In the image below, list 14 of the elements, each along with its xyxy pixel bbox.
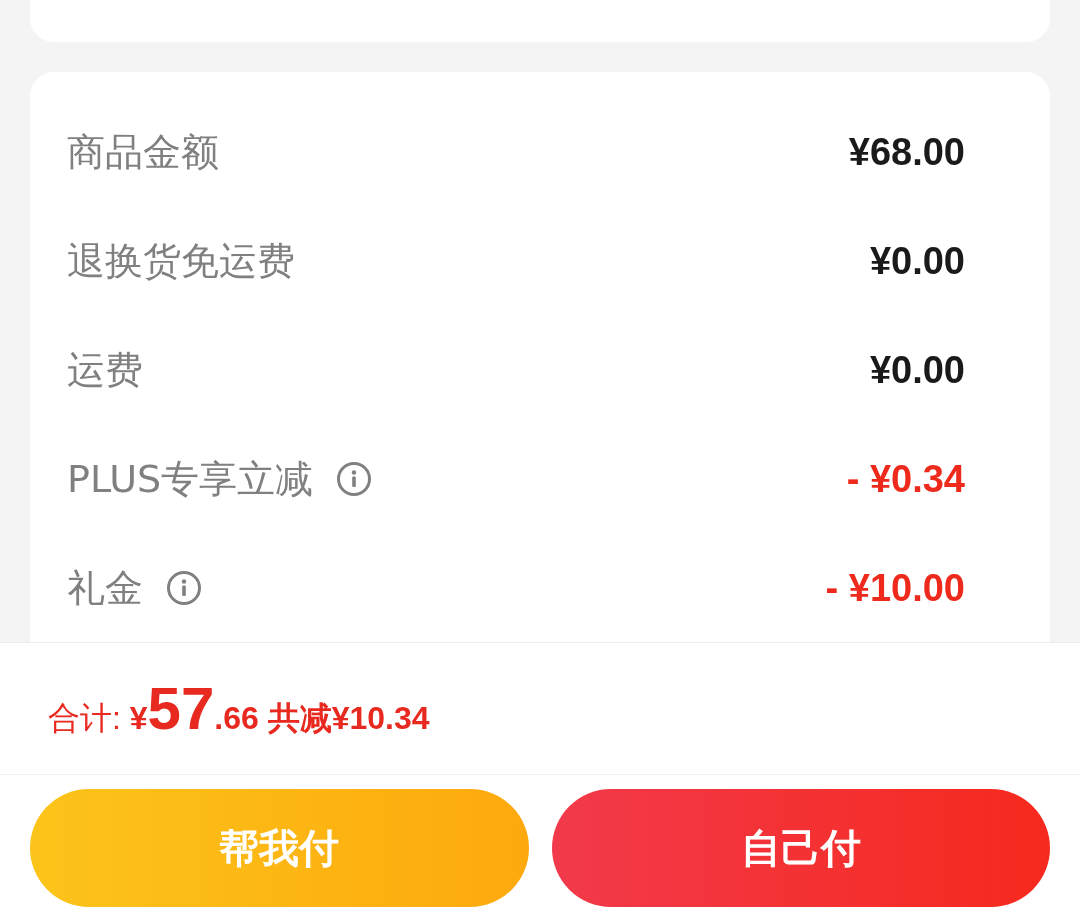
discount-amount: - ¥0.34	[846, 458, 965, 501]
fee-amount: ¥68.00	[848, 131, 965, 174]
fee-label: 商品金额	[67, 131, 219, 174]
fee-amount: ¥0.00	[869, 240, 965, 283]
info-icon[interactable]	[167, 571, 201, 606]
fee-label: 礼金	[67, 567, 143, 610]
fee-amount: ¥0.00	[869, 349, 965, 392]
fee-label: 退换货免运费	[67, 240, 295, 283]
info-icon[interactable]	[337, 462, 372, 497]
fee-label: 运费	[67, 349, 143, 392]
total-price: 合计: ¥57.66 共减¥10.34	[48, 678, 430, 739]
pay-myself-button[interactable]: 自己付	[551, 789, 1050, 907]
fee-label: PLUS专享立减	[67, 458, 314, 501]
discount-amount: - ¥10.00	[825, 567, 965, 610]
